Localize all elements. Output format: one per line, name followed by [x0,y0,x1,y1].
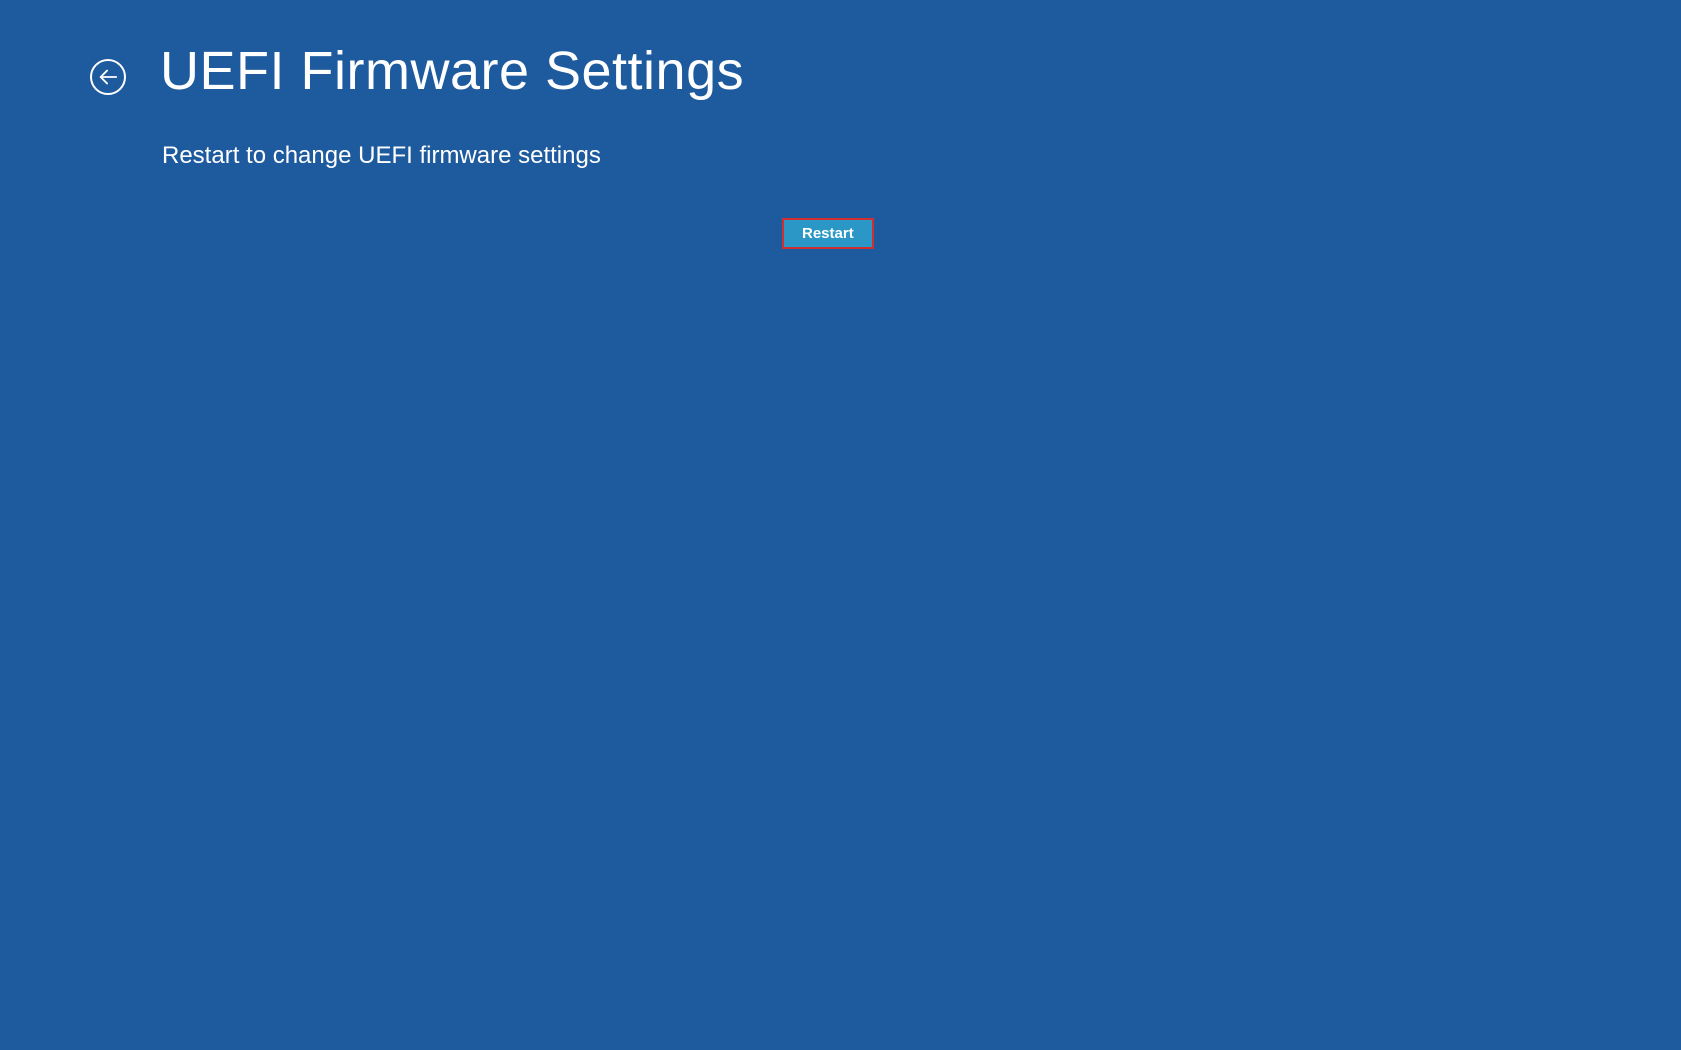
header-row: UEFI Firmware Settings [90,40,744,102]
back-button[interactable] [90,59,126,95]
restart-button[interactable]: Restart [782,218,874,249]
description-text: Restart to change UEFI firmware settings [162,142,601,170]
back-arrow-icon [97,66,119,88]
page-title: UEFI Firmware Settings [160,40,744,102]
